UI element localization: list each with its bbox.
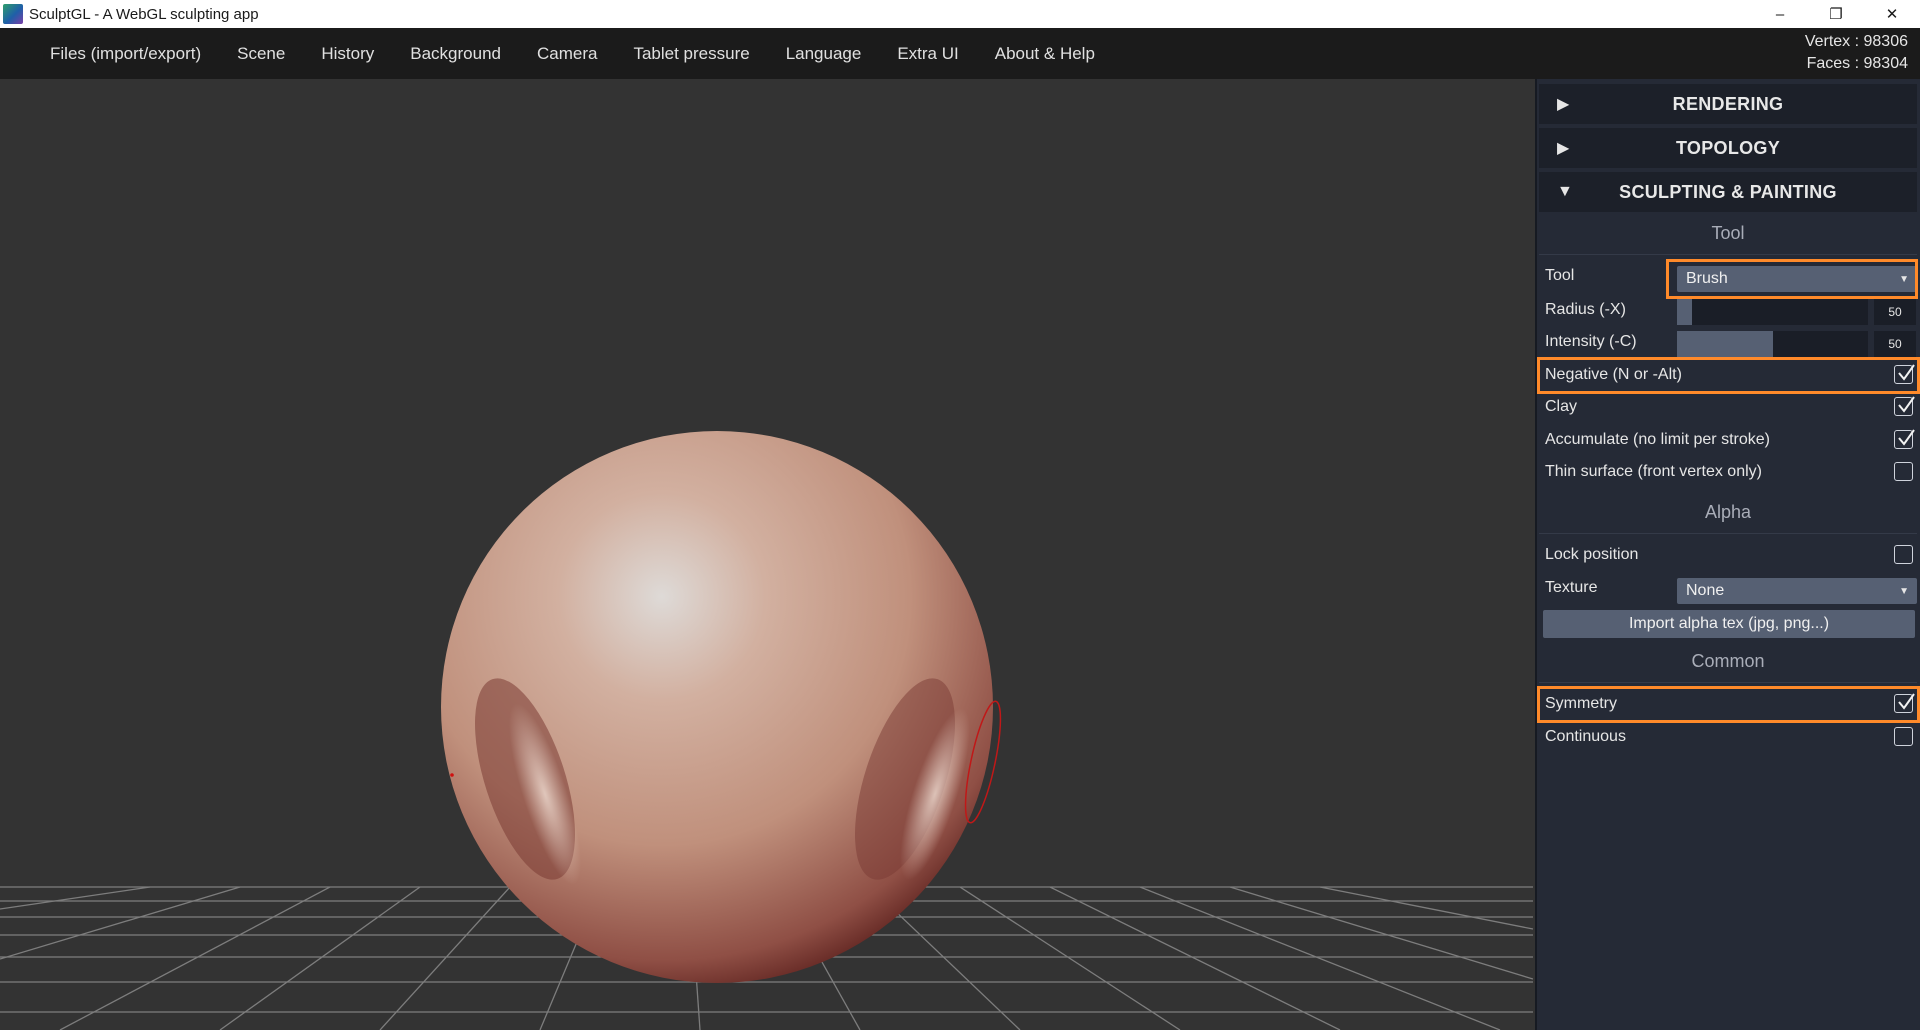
divider xyxy=(1539,533,1917,534)
viewport-canvas[interactable] xyxy=(0,79,1533,1030)
checkmark-icon xyxy=(1898,396,1915,413)
checkmark-icon xyxy=(1898,364,1915,381)
continuous-checkbox[interactable] xyxy=(1894,727,1913,746)
thin-surface-label: Thin surface (front vertex only) xyxy=(1545,463,1762,480)
lock-position-checkbox[interactable] xyxy=(1894,545,1913,564)
radius-slider-fill xyxy=(1677,299,1693,325)
lock-position-label: Lock position xyxy=(1545,546,1639,563)
section-title-alpha: Alpha xyxy=(1704,502,1752,522)
texture-select[interactable]: None ▼ xyxy=(1677,578,1917,604)
intensity-value-input[interactable]: 50 xyxy=(1874,331,1916,357)
folder-rendering[interactable]: ▶ RENDERING xyxy=(1539,84,1917,124)
chevron-down-icon: ▼ xyxy=(1899,585,1909,597)
texture-label: Texture xyxy=(1545,579,1598,596)
viewport-scene xyxy=(0,431,1533,1030)
folder-title: RENDERING xyxy=(1672,93,1784,114)
window-title: SculptGL - A WebGL sculpting app xyxy=(29,5,259,23)
mesh-stats: Vertex : 98306 Faces : 98304 xyxy=(1805,31,1908,75)
face-count: Faces : 98304 xyxy=(1806,55,1908,72)
folder-topology[interactable]: ▶ TOPOLOGY xyxy=(1539,128,1917,168)
option-thin-surface[interactable]: Thin surface (front vertex only) xyxy=(1539,457,1917,487)
thin-surface-checkbox[interactable] xyxy=(1894,462,1913,481)
intensity-slider[interactable] xyxy=(1677,331,1868,357)
option-clay[interactable]: Clay xyxy=(1539,392,1917,422)
option-lock-position[interactable]: Lock position xyxy=(1539,540,1917,570)
continuous-label: Continuous xyxy=(1545,728,1626,745)
minimize-icon[interactable]: – xyxy=(1752,0,1808,28)
section-title-common: Common xyxy=(1691,651,1765,671)
collapse-arrow-icon: ▼ xyxy=(1557,183,1573,200)
checkmark-icon xyxy=(1898,429,1915,446)
expand-arrow-icon: ▶ xyxy=(1557,140,1570,157)
tool-select-value: Brush xyxy=(1686,270,1728,287)
option-continuous[interactable]: Continuous xyxy=(1539,722,1917,752)
import-alpha-button[interactable]: Import alpha tex (jpg, png...) xyxy=(1543,610,1915,638)
negative-label: Negative (N or -Alt) xyxy=(1545,366,1682,383)
expand-arrow-icon: ▶ xyxy=(1557,96,1570,113)
menu-background[interactable]: Background xyxy=(392,44,519,64)
divider xyxy=(1539,682,1917,683)
radius-slider[interactable] xyxy=(1677,299,1868,325)
intensity-label: Intensity (-C) xyxy=(1545,333,1637,350)
intensity-slider-fill xyxy=(1677,331,1773,357)
menu-files[interactable]: Files (import/export) xyxy=(32,44,219,64)
negative-checkbox[interactable] xyxy=(1894,364,1915,384)
chevron-down-icon: ▼ xyxy=(1899,273,1909,285)
window-controls: – ❐ ✕ xyxy=(1752,0,1920,28)
radius-label: Radius (-X) xyxy=(1545,301,1626,318)
menu-scene[interactable]: Scene xyxy=(219,44,303,64)
option-negative[interactable]: Negative (N or -Alt) xyxy=(1539,360,1917,390)
divider xyxy=(1539,254,1917,255)
tool-select[interactable]: Brush ▼ xyxy=(1677,266,1917,292)
menu-about-help[interactable]: About & Help xyxy=(977,44,1113,64)
menu-history[interactable]: History xyxy=(303,44,392,64)
checkmark-icon xyxy=(1898,693,1915,710)
menu-language[interactable]: Language xyxy=(768,44,880,64)
symmetry-checkbox[interactable] xyxy=(1894,693,1915,713)
title-bar: SculptGL - A WebGL sculpting app – ❐ ✕ xyxy=(0,0,1920,28)
menu-tablet-pressure[interactable]: Tablet pressure xyxy=(615,44,767,64)
restore-icon[interactable]: ❐ xyxy=(1808,0,1864,28)
vertex-count: Vertex : 98306 xyxy=(1804,33,1908,50)
folder-sculpting-painting[interactable]: ▼ SCULPTING & PAINTING xyxy=(1539,172,1917,212)
section-title-tool: Tool xyxy=(1711,223,1745,243)
radius-value-input[interactable]: 50 xyxy=(1874,299,1916,325)
clay-checkbox[interactable] xyxy=(1894,396,1915,416)
close-icon[interactable]: ✕ xyxy=(1864,0,1920,28)
menu-extra-ui[interactable]: Extra UI xyxy=(879,44,976,64)
menu-camera[interactable]: Camera xyxy=(519,44,615,64)
clay-label: Clay xyxy=(1545,398,1578,415)
option-symmetry[interactable]: Symmetry xyxy=(1539,689,1917,719)
accumulate-label: Accumulate (no limit per stroke) xyxy=(1545,431,1770,448)
folder-title: TOPOLOGY xyxy=(1675,137,1781,158)
option-accumulate[interactable]: Accumulate (no limit per stroke) xyxy=(1539,425,1917,455)
folder-title: SCULPTING & PAINTING xyxy=(1619,181,1837,202)
app-icon xyxy=(3,4,23,24)
tool-label: Tool xyxy=(1545,267,1575,284)
texture-select-value: None xyxy=(1686,582,1725,599)
accumulate-checkbox[interactable] xyxy=(1894,429,1915,449)
symmetry-label: Symmetry xyxy=(1545,695,1617,712)
menu-bar: Files (import/export) Scene History Back… xyxy=(0,28,1920,79)
